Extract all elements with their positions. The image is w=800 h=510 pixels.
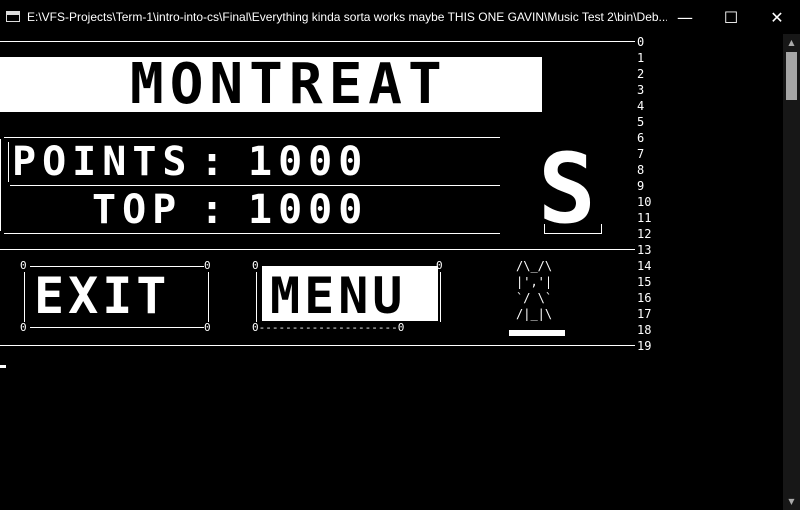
points-value: 1000 xyxy=(248,139,369,185)
row-number: 10 xyxy=(637,195,652,209)
console-app-icon xyxy=(6,11,20,22)
button-corner: 0 xyxy=(204,321,211,334)
score-box-top xyxy=(4,137,500,138)
row-number: 17 xyxy=(637,307,652,321)
button-edge xyxy=(440,272,441,322)
row-number: 14 xyxy=(637,259,652,273)
row-number: 6 xyxy=(637,131,645,145)
row-number: 1 xyxy=(637,51,645,65)
text-cursor xyxy=(0,365,6,368)
row-number: 16 xyxy=(637,291,652,305)
row-number: 0 xyxy=(637,35,645,49)
score-box-inner-edge xyxy=(8,142,9,182)
title-bar: E:\VFS-Projects\Term-1\intro-into-cs\Fin… xyxy=(0,0,800,34)
row-number: 15 xyxy=(637,275,652,289)
menu-button[interactable]: 0 0 0---------------------0 MENU xyxy=(252,260,443,334)
button-edge xyxy=(208,272,209,322)
top-value: 1000 xyxy=(248,187,369,233)
row-number: 12 xyxy=(637,227,652,241)
row-number: 8 xyxy=(637,163,645,177)
exit-button[interactable]: 0 0 0 0 EXIT xyxy=(20,260,211,334)
scroll-thumb[interactable] xyxy=(786,52,797,100)
row-number: 13 xyxy=(637,243,652,257)
frame-line-top xyxy=(0,41,635,42)
close-button[interactable]: ✕ xyxy=(754,0,800,34)
menu-button-label: MENU xyxy=(270,267,407,325)
points-label: POINTS xyxy=(12,139,193,185)
ascii-cat-art: /\_/\ |','| `/ \` /|_|\ xyxy=(516,259,553,321)
grade-underline xyxy=(544,224,602,234)
row-number: 2 xyxy=(637,67,645,81)
maximize-button[interactable]: ☐ xyxy=(708,0,754,34)
frame-line-bottom xyxy=(0,345,635,346)
button-corner: 0 xyxy=(204,259,211,272)
score-box-bottom xyxy=(4,233,500,234)
button-edge xyxy=(256,272,257,322)
button-corner: 0 xyxy=(436,259,443,272)
score-box-left-edge xyxy=(0,139,1,231)
minimize-button[interactable]: — xyxy=(662,0,708,34)
button-corner: 0 xyxy=(20,259,27,272)
game-title: MONTREAT xyxy=(130,52,448,117)
button-edge xyxy=(30,327,204,328)
scroll-up-arrow-icon[interactable]: ▲ xyxy=(783,34,800,51)
grade-letter: S xyxy=(538,133,596,245)
row-number: 19 xyxy=(637,339,652,353)
button-edge xyxy=(24,272,25,322)
score-box-middle xyxy=(10,185,500,186)
ascii-art-base xyxy=(509,330,565,336)
top-label: TOP xyxy=(92,187,183,233)
vertical-scrollbar[interactable]: ▲ ▼ xyxy=(783,34,800,510)
top-separator: : xyxy=(200,187,231,233)
scroll-down-arrow-icon[interactable]: ▼ xyxy=(783,493,800,510)
button-corner: 0 xyxy=(252,259,259,272)
row-number: 9 xyxy=(637,179,645,193)
button-corner: 0 xyxy=(20,321,27,334)
row-number: 18 xyxy=(637,323,652,337)
row-number: 4 xyxy=(637,99,645,113)
row-number: 3 xyxy=(637,83,645,97)
exit-button-label: EXIT xyxy=(34,267,171,325)
row-number: 7 xyxy=(637,147,645,161)
row-number: 11 xyxy=(637,211,652,225)
frame-line-13 xyxy=(0,249,635,250)
points-separator: : xyxy=(200,139,231,185)
row-number: 5 xyxy=(637,115,645,129)
window-title: E:\VFS-Projects\Term-1\intro-into-cs\Fin… xyxy=(27,10,667,24)
